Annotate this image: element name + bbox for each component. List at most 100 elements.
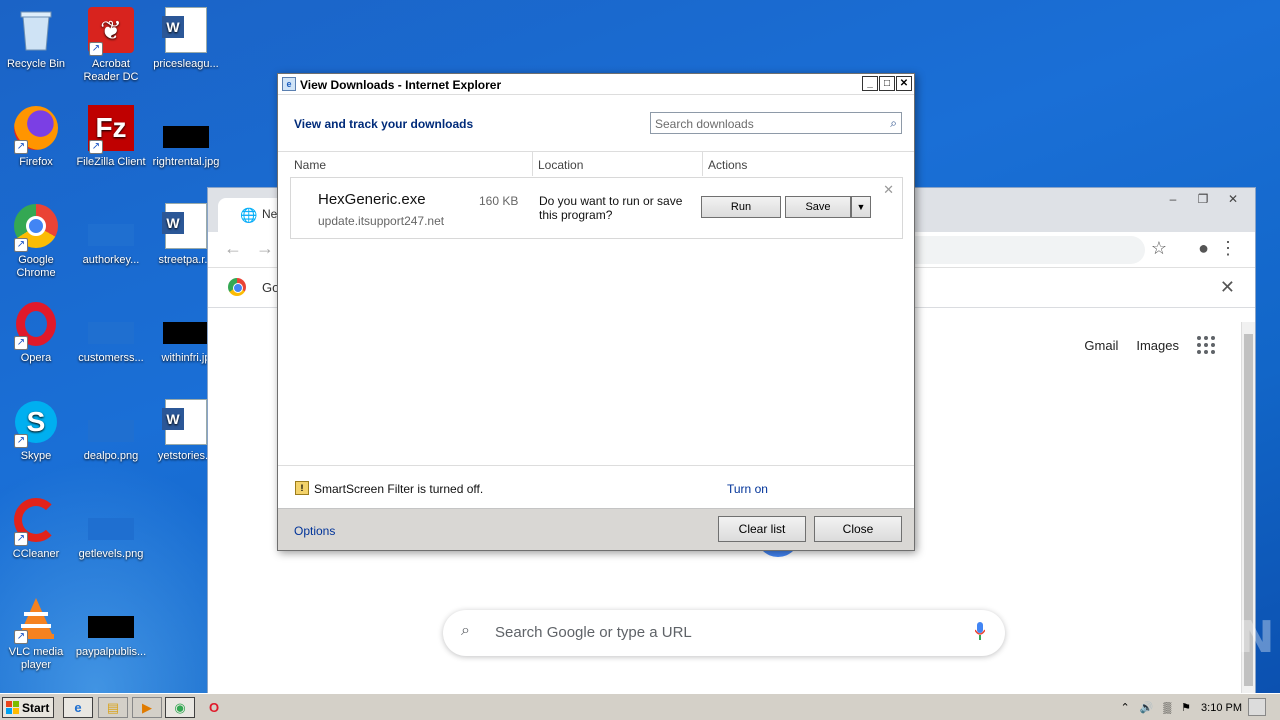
minimize-icon[interactable]: –	[1159, 190, 1187, 208]
desktop-icon-paypalpublis[interactable]: paypalpublis...	[73, 594, 149, 659]
dialog-window-controls: _ □ ✕	[861, 76, 912, 91]
desktop-icon-rightrental[interactable]: rightrental.jpg	[148, 104, 224, 169]
desktop-icon-label: Skype	[20, 450, 52, 462]
desktop-icon-label: authorkey...	[82, 254, 140, 266]
turn-on-link[interactable]: Turn on	[727, 482, 768, 496]
desktop-icon-filezilla[interactable]: Fz ↗ FileZilla Client	[73, 104, 149, 169]
clock[interactable]: 3:10 PM	[1201, 702, 1242, 714]
minimize-icon[interactable]: _	[862, 76, 878, 91]
microphone-icon[interactable]	[975, 622, 985, 640]
internet-explorer-icon: e	[74, 700, 82, 715]
downloads-column-headers: Name Location Actions	[278, 151, 914, 176]
dialog-header: View and track your downloads Search dow…	[278, 95, 914, 151]
media-player-icon: ▶	[142, 699, 152, 715]
save-button[interactable]: Save	[785, 196, 851, 218]
desktop-icon-customerss[interactable]: customerss...	[73, 300, 149, 365]
search-icon[interactable]: ⌕	[890, 116, 897, 131]
chrome-icon: ◉	[174, 699, 186, 715]
desktop-icon-acrobat[interactable]: ❦ ↗ Acrobat Reader DC	[73, 6, 149, 84]
apps-grid-icon[interactable]	[1197, 336, 1215, 354]
desktop-icon-label: dealpo.png	[83, 450, 139, 462]
desktop-icon-label: Recycle Bin	[6, 58, 66, 70]
image-file-icon	[87, 496, 135, 544]
desktop-icon-skype[interactable]: S ↗ Skype	[0, 398, 74, 463]
firefox-icon: ↗	[12, 104, 60, 154]
desktop-icon-getlevels[interactable]: getlevels.png	[73, 496, 149, 561]
taskbar-opera-button[interactable]: O	[199, 697, 229, 718]
google-search-box[interactable]: ⌕ Search Google or type a URL	[443, 610, 1005, 656]
close-button[interactable]: Close	[814, 516, 902, 542]
chrome-menu-icon[interactable]: ⋮	[1219, 238, 1237, 259]
profile-avatar-icon[interactable]: ●	[1198, 238, 1209, 259]
ccleaner-icon: ↗	[12, 496, 60, 546]
desktop-icon-label: Google Chrome	[16, 254, 56, 279]
desktop-icon-ccleaner[interactable]: ↗ CCleaner	[0, 496, 74, 561]
smartscreen-message: SmartScreen Filter is turned off.	[314, 482, 484, 496]
acrobat-icon: ❦ ↗	[87, 6, 135, 56]
desktop-icon-firefox[interactable]: ↗ Firefox	[0, 104, 74, 169]
chrome-window-controls: – ❐ ✕	[1157, 190, 1247, 208]
word-doc-icon: W	[162, 398, 210, 446]
image-file-icon	[87, 594, 135, 642]
taskbar-media-player-button[interactable]: ▶	[132, 697, 162, 718]
desktop-icon-label: FileZilla Client	[76, 156, 146, 168]
maximize-icon[interactable]: □	[879, 76, 895, 91]
options-link[interactable]: Options	[294, 524, 335, 538]
desktop-icon-label: VLC media player	[8, 646, 64, 671]
speaker-icon[interactable]: 🔊	[1140, 701, 1154, 714]
google-search-placeholder: Search Google or type a URL	[495, 624, 692, 641]
search-downloads-input[interactable]: Search downloads ⌕	[650, 112, 902, 134]
column-actions[interactable]: Actions	[708, 158, 747, 172]
vlc-icon: ↗	[12, 594, 60, 644]
desktop-icon-pricesleague[interactable]: W pricesleagu...	[148, 6, 224, 71]
windows-logo-icon	[6, 701, 19, 714]
forward-arrow-icon[interactable]: →	[256, 238, 274, 259]
close-icon[interactable]: ✕	[1219, 190, 1247, 208]
action-center-flag-icon[interactable]: ⚑	[1181, 701, 1191, 714]
star-bookmark-icon[interactable]: ☆	[1151, 238, 1167, 259]
show-desktop-button[interactable]	[1248, 698, 1266, 716]
opera-icon: ↗	[12, 300, 60, 350]
system-tray: ⌃ 🔊 ▒ ⚑ 3:10 PM	[1120, 697, 1280, 718]
desktop-icon-label: Acrobat Reader DC	[83, 58, 139, 83]
back-arrow-icon[interactable]: ←	[224, 238, 242, 259]
image-file-icon	[87, 202, 135, 250]
taskbar-ie-button[interactable]: e	[63, 697, 93, 718]
taskbar-explorer-button[interactable]: ▤	[98, 697, 128, 718]
desktop-icon-opera[interactable]: ↗ Opera	[0, 300, 74, 365]
internet-explorer-icon: e	[282, 77, 296, 91]
chrome-icon: ↗	[12, 202, 60, 252]
recycle-bin-icon	[12, 6, 60, 54]
opera-icon: O	[208, 700, 220, 715]
infobar-close-icon[interactable]: ✕	[1220, 277, 1235, 298]
desktop-icon-label: pricesleagu...	[153, 58, 219, 70]
column-location[interactable]: Location	[538, 158, 583, 172]
desktop-icon-label: Opera	[20, 352, 52, 364]
network-icon[interactable]: ▒	[1163, 702, 1171, 714]
desktop-icon-vlc[interactable]: ↗ VLC media player	[0, 594, 74, 672]
run-button[interactable]: Run	[701, 196, 781, 218]
dialog-titlebar[interactable]: e View Downloads - Internet Explorer _ □…	[278, 74, 914, 95]
desktop-icon-recycle-bin[interactable]: Recycle Bin	[0, 6, 74, 71]
download-item[interactable]: HexGeneric.exe update.itsupport247.net 1…	[290, 177, 903, 239]
start-label: Start	[22, 700, 50, 715]
desktop-icon-dealpo[interactable]: dealpo.png	[73, 398, 149, 463]
close-icon[interactable]: ✕	[896, 76, 912, 91]
download-source: update.itsupport247.net	[318, 214, 445, 228]
images-link[interactable]: Images	[1136, 338, 1179, 353]
gmail-link[interactable]: Gmail	[1084, 338, 1118, 353]
restore-icon[interactable]: ❐	[1189, 190, 1217, 208]
clear-list-button[interactable]: Clear list	[718, 516, 806, 542]
desktop-icon-authorkey[interactable]: authorkey...	[73, 202, 149, 267]
image-file-icon	[87, 398, 135, 446]
chrome-logo-icon	[228, 278, 246, 296]
column-name[interactable]: Name	[294, 158, 326, 172]
start-button[interactable]: Start	[2, 697, 54, 718]
desktop-icon-chrome[interactable]: ↗ Google Chrome	[0, 202, 74, 280]
tray-expand-icon[interactable]: ⌃	[1120, 701, 1129, 714]
taskbar-chrome-button[interactable]: ◉	[165, 697, 195, 718]
save-dropdown-icon[interactable]: ▼	[851, 196, 871, 218]
dismiss-download-icon[interactable]: ✕	[883, 182, 894, 198]
search-icon: ⌕	[461, 622, 470, 639]
download-prompt: Do you want to run or save this program?	[539, 194, 683, 222]
